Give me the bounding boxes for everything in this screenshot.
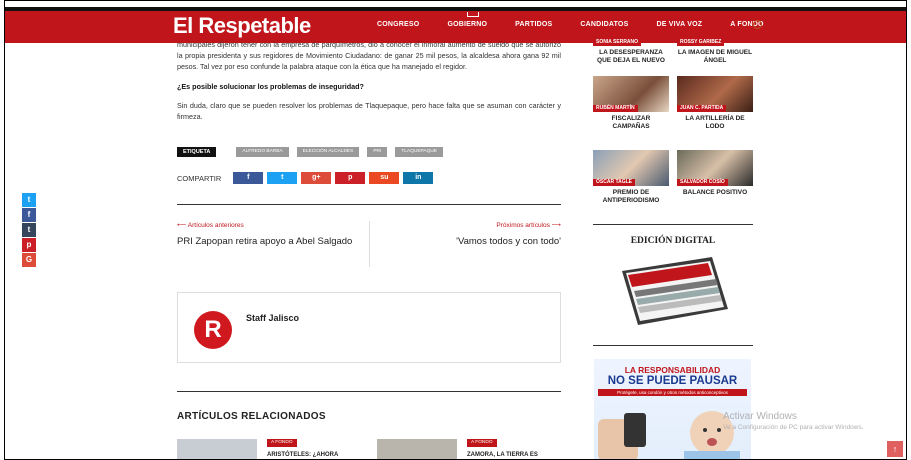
nav-active-indicator bbox=[467, 12, 479, 17]
prev-label: Artículos anteriores bbox=[187, 222, 244, 229]
tag-alfredo-barba[interactable]: ALFREDO BARBA bbox=[236, 147, 289, 157]
columnist-headline: LA DESESPERANZA QUE DEJA EL NUEVO bbox=[597, 49, 665, 64]
tumblr-icon[interactable]: t bbox=[22, 223, 36, 237]
search-icon[interactable] bbox=[753, 20, 762, 29]
windows-activation-watermark: Ve a Configuración de PC para activar Wi… bbox=[723, 424, 864, 431]
related-title: ARTÍCULOS RELACIONADOS bbox=[177, 411, 326, 422]
author-box: R Staff Jalisco bbox=[177, 292, 561, 363]
columnist-card[interactable]: ÓSCAR TAGLE PREMIO DE ANTIPERIODISMO bbox=[593, 150, 669, 205]
tag-list: ETIQUETA ALFREDO BARBA ELECCIÓN ALCALDES… bbox=[177, 147, 443, 157]
twitter-icon[interactable]: t bbox=[22, 193, 36, 207]
article-question: ¿Es posible solucionar los problemas de … bbox=[177, 82, 364, 91]
main-nav: CONGRESO GOBIERNO PARTIDOS CANDIDATOS DE… bbox=[377, 21, 792, 28]
google-icon[interactable]: G bbox=[22, 253, 36, 267]
browser-viewport: El Respetable CONGRESO GOBIERNO PARTIDOS… bbox=[4, 0, 907, 460]
ad-subline: Protégete, usa condón y otros métodos an… bbox=[598, 389, 747, 396]
prev-article-link[interactable]: ⟵ Artículos anteriores PRI Zapopan retir… bbox=[177, 221, 367, 248]
divider bbox=[177, 204, 561, 205]
tag-eleccion-alcaldes[interactable]: ELECCIÓN ALCALDES bbox=[296, 147, 360, 157]
prev-next-nav: ⟵ Artículos anteriores PRI Zapopan retir… bbox=[177, 221, 561, 267]
stumbleupon-share-button[interactable]: su bbox=[369, 172, 400, 184]
columnist-headline: BALANCE POSITIVO bbox=[682, 189, 748, 196]
site-header: El Respetable CONGRESO GOBIERNO PARTIDOS… bbox=[5, 7, 906, 43]
next-title: 'Vamos todos y con todo' bbox=[456, 236, 561, 247]
columnist-card[interactable]: RUBÉN MARTÍN FISCALIZAR CAMPAÑAS bbox=[593, 76, 669, 131]
columnist-headline: LA IMAGEN DE MIGUEL ÁNGEL bbox=[677, 49, 753, 64]
columnist-name: SONIA SERRANO bbox=[593, 39, 642, 46]
columnist-headline: LA ARTILLERÍA DE LODO bbox=[685, 115, 745, 130]
share-label: COMPARTIR bbox=[177, 173, 222, 183]
columnist-name: SALVADOR COSÍO bbox=[677, 179, 728, 186]
linkedin-share-button[interactable]: in bbox=[403, 172, 434, 184]
arrow-right-icon: ⟶ bbox=[549, 222, 561, 229]
author-avatar[interactable]: R bbox=[194, 311, 232, 349]
article-body: municipales dijeron tener con la empresa… bbox=[177, 39, 561, 131]
facebook-icon[interactable]: f bbox=[22, 208, 36, 222]
related-badge[interactable]: A FONDO bbox=[467, 439, 497, 447]
related-badge[interactable]: A FONDO bbox=[267, 439, 297, 447]
ad-headline: LA RESPONSABILIDAD bbox=[624, 365, 721, 375]
next-article-link[interactable]: Próximos artículos ⟶ 'Vamos todos y con … bbox=[371, 221, 561, 248]
article-paragraph: municipales dijeron tener con la empresa… bbox=[177, 40, 561, 71]
tag-tlaquepaque[interactable]: TLAQUEPAQUE bbox=[395, 147, 443, 157]
windows-activation-watermark: Activar Windows bbox=[723, 411, 797, 422]
author-name[interactable]: Staff Jalisco bbox=[246, 313, 299, 323]
columnist-headline: FISCALIZAR CAMPAÑAS bbox=[611, 115, 651, 130]
columnist-card[interactable]: SONIA SERRANO LA DESESPERANZA QUE DEJA E… bbox=[593, 39, 669, 65]
digital-edition-cover[interactable] bbox=[616, 253, 732, 329]
googleplus-share-button[interactable]: g+ bbox=[301, 172, 332, 184]
divider bbox=[177, 391, 561, 392]
ad-headline: NO SE PUEDE PAUSAR bbox=[607, 375, 738, 387]
article-paragraph: Sin duda, claro que se pueden resolver l… bbox=[177, 101, 561, 121]
facebook-share-button[interactable]: f bbox=[233, 172, 264, 184]
divider bbox=[593, 224, 753, 225]
columnist-name: JUAN C. PARTIDA bbox=[677, 105, 727, 112]
tag-pri[interactable]: PRI bbox=[367, 147, 388, 157]
pinterest-share-button[interactable]: p bbox=[335, 172, 366, 184]
nav-item-congreso[interactable]: CONGRESO bbox=[377, 21, 419, 28]
nav-item-candidatos[interactable]: CANDIDATOS bbox=[580, 21, 628, 28]
related-headline[interactable]: ARISTÓTELES: ¿AHORA bbox=[267, 452, 338, 458]
tags-label: ETIQUETA bbox=[177, 147, 217, 157]
share-bar: COMPARTIR f t g+ p su in bbox=[177, 172, 437, 184]
prev-title: PRI Zapopan retira apoyo a Abel Salgado bbox=[177, 236, 353, 247]
columnist-headline: PREMIO DE ANTIPERIODISMO bbox=[602, 189, 660, 204]
next-label: Próximos artículos bbox=[496, 222, 550, 229]
pinterest-icon[interactable]: p bbox=[22, 238, 36, 252]
site-logo[interactable]: El Respetable bbox=[173, 13, 311, 39]
columnist-name: ÓSCAR TAGLE bbox=[593, 179, 636, 186]
divider bbox=[369, 221, 370, 267]
nav-item-gobierno[interactable]: GOBIERNO bbox=[447, 21, 487, 28]
related-thumbnail[interactable] bbox=[377, 439, 457, 459]
ad-banner[interactable]: LA RESPONSABILIDAD NO SE PUEDE PAUSAR Pr… bbox=[594, 359, 751, 459]
arrow-left-icon: ⟵ bbox=[177, 222, 188, 229]
floating-social-bar: t f t p G bbox=[22, 193, 36, 268]
twitter-share-button[interactable]: t bbox=[267, 172, 298, 184]
divider bbox=[593, 345, 753, 346]
columnist-name: ROSSY GARIBEZ bbox=[677, 39, 725, 46]
related-thumbnail[interactable] bbox=[177, 439, 257, 459]
digital-edition-title: EDICIÓN DIGITAL bbox=[630, 236, 716, 246]
related-headline[interactable]: ZAMORA, LA TIERRA ES bbox=[467, 452, 538, 458]
nav-item-partidos[interactable]: PARTIDOS bbox=[515, 21, 552, 28]
columnist-card[interactable]: ROSSY GARIBEZ LA IMAGEN DE MIGUEL ÁNGEL bbox=[677, 39, 753, 65]
scroll-to-top-button[interactable]: ↑ bbox=[887, 441, 903, 457]
nav-item-de-viva-voz[interactable]: DE VIVA VOZ bbox=[656, 21, 702, 28]
columnist-card[interactable]: JUAN C. PARTIDA LA ARTILLERÍA DE LODO bbox=[677, 76, 753, 131]
columnist-name: RUBÉN MARTÍN bbox=[593, 105, 638, 112]
columnist-card[interactable]: SALVADOR COSÍO BALANCE POSITIVO bbox=[677, 150, 753, 197]
